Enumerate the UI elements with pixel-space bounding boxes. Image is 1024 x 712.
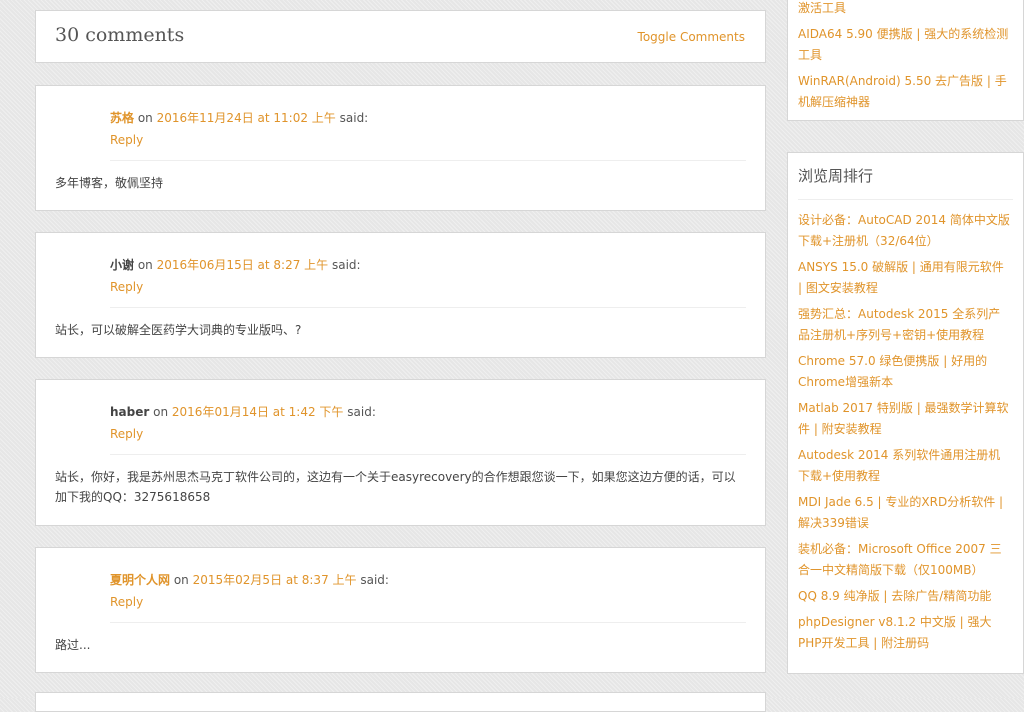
- sidebar-recent-widget: 激活工具 AIDA64 5.90 便携版 | 强大的系统检测工具 WinRAR(…: [787, 0, 1024, 121]
- reply-link[interactable]: Reply: [110, 280, 143, 294]
- reply-link[interactable]: Reply: [110, 133, 143, 147]
- comment-said-text: said:: [347, 405, 376, 419]
- sidebar-link[interactable]: Matlab 2017 特别版 | 最强数学计算软件 | 附安装教程: [798, 398, 1011, 440]
- reply-link[interactable]: Reply: [110, 595, 143, 609]
- comment-body: 站长，可以破解全医药学大词典的专业版吗、?: [55, 323, 302, 337]
- comment-meta: 夏明个人网 on 2015年02月5日 at 8:37 上午 said:: [110, 571, 389, 588]
- sidebar-link[interactable]: 装机必备：Microsoft Office 2007 三合一中文精简版下载（仅1…: [798, 539, 1011, 581]
- comment-on-text: on: [153, 405, 169, 419]
- comment-divider: [110, 622, 746, 623]
- comment-date-link[interactable]: 2015年02月5日 at 8:37 上午: [193, 573, 357, 587]
- sidebar-link[interactable]: phpDesigner v8.1.2 中文版 | 强大PHP开发工具 | 附注册…: [798, 612, 1011, 654]
- comment-divider: [110, 307, 746, 308]
- reply-link[interactable]: Reply: [110, 427, 143, 441]
- sidebar-link[interactable]: AIDA64 5.90 便携版 | 强大的系统检测工具: [798, 24, 1011, 66]
- comment-author: 小谢: [110, 258, 135, 272]
- comment-divider: [110, 454, 746, 455]
- comment-item: 夏明个人网 on 2015年02月5日 at 8:37 上午 said: Rep…: [35, 547, 766, 673]
- sidebar-link[interactable]: 设计必备：AutoCAD 2014 简体中文版下载+注册机（32/64位）: [798, 210, 1011, 252]
- sidebar-link[interactable]: WinRAR(Android) 5.50 去广告版 | 手机解压缩神器: [798, 71, 1011, 113]
- comment-body: 路过...: [55, 638, 91, 652]
- comment-item: 小谢 on 2016年06月15日 at 8:27 上午 said: Reply…: [35, 232, 766, 358]
- comment-on-text: on: [137, 111, 153, 125]
- comments-header: 30 comments Toggle Comments: [35, 10, 766, 63]
- comment-author: haber: [110, 405, 150, 419]
- comment-meta: 苏格 on 2016年11月24日 at 11:02 上午 said:: [110, 109, 368, 126]
- comment-meta: haber on 2016年01月14日 at 1:42 下午 said:: [110, 403, 376, 420]
- comments-count: 30 comments: [55, 24, 185, 46]
- comment-date-link[interactable]: 2016年06月15日 at 8:27 上午: [157, 258, 329, 272]
- comment-date-link[interactable]: 2016年01月14日 at 1:42 下午: [172, 405, 344, 419]
- comment-on-text: on: [173, 573, 189, 587]
- sidebar-rank-list: 设计必备：AutoCAD 2014 简体中文版下载+注册机（32/64位） AN…: [798, 210, 1011, 659]
- toggle-comments-link[interactable]: Toggle Comments: [638, 30, 745, 44]
- sidebar-link[interactable]: 激活工具: [798, 0, 1011, 19]
- comment-said-text: said:: [360, 573, 389, 587]
- comment-item: haber on 2016年01月14日 at 1:42 下午 said: Re…: [35, 379, 766, 526]
- sidebar-recent-list: 激活工具 AIDA64 5.90 便携版 | 强大的系统检测工具 WinRAR(…: [798, 0, 1011, 118]
- comment-on-text: on: [137, 258, 153, 272]
- sidebar-link[interactable]: ANSYS 15.0 破解版 | 通用有限元软件 | 图文安装教程: [798, 257, 1011, 299]
- widget-title: 浏览周排行: [798, 167, 874, 185]
- comment-author-link[interactable]: 苏格: [110, 111, 134, 125]
- comment-item: [35, 692, 766, 712]
- comment-body: 多年博客，敬佩坚持: [55, 176, 164, 190]
- comment-body: 站长，你好，我是苏州思杰马克丁软件公司的，这边有一个关于easyrecovery…: [55, 470, 736, 504]
- sidebar-link[interactable]: QQ 8.9 纯净版 | 去除广告/精简功能: [798, 586, 1011, 607]
- comment-said-text: said:: [331, 258, 361, 272]
- sidebar-rank-widget: 浏览周排行 设计必备：AutoCAD 2014 简体中文版下载+注册机（32/6…: [787, 152, 1024, 674]
- comment-date-link[interactable]: 2016年11月24日 at 11:02 上午: [157, 111, 336, 125]
- sidebar-link[interactable]: Chrome 57.0 绿色便携版 | 好用的Chrome增强新本: [798, 351, 1011, 393]
- sidebar-link[interactable]: 强势汇总：Autodesk 2015 全系列产品注册机+序列号+密钥+使用教程: [798, 304, 1011, 346]
- comment-meta: 小谢 on 2016年06月15日 at 8:27 上午 said:: [110, 256, 361, 273]
- comment-said-text: said:: [339, 111, 369, 125]
- sidebar-link[interactable]: Autodesk 2014 系列软件通用注册机下载+使用教程: [798, 445, 1011, 487]
- widget-divider: [798, 199, 1013, 200]
- comment-author-link[interactable]: 夏明个人网: [110, 573, 170, 587]
- comment-divider: [110, 160, 746, 161]
- comment-item: 苏格 on 2016年11月24日 at 11:02 上午 said: Repl…: [35, 85, 766, 211]
- sidebar-link[interactable]: MDI Jade 6.5 | 专业的XRD分析软件 | 解决339错误: [798, 492, 1011, 534]
